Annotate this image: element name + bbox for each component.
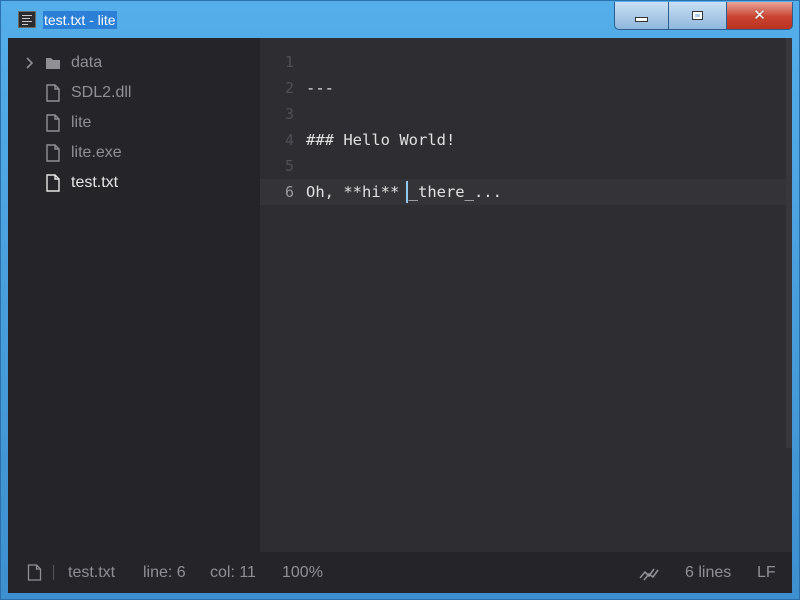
file-icon (27, 564, 42, 581)
app-client-area: data SDL2.dll lite lite.exe test.txt 1 2… (8, 38, 792, 593)
app-icon[interactable] (18, 11, 36, 28)
line-text[interactable]: ### Hello World! (306, 127, 455, 153)
file-icon (46, 174, 60, 192)
window-title: test.txt - lite (43, 11, 117, 29)
line-number: 1 (284, 53, 294, 71)
file-icon (46, 84, 60, 102)
editor-scrollbar[interactable] (786, 38, 792, 448)
app-window: test.txt - lite ✕ data SDL2.dll lite lit… (0, 0, 800, 600)
status-zoom: 100% (282, 564, 323, 581)
editor-line[interactable]: 1 (260, 49, 792, 75)
line-number: 6 (284, 183, 294, 201)
editor-line-current[interactable]: 6 Oh, **hi** _there_... (260, 179, 792, 205)
tree-item-label: test.txt (71, 174, 119, 191)
line-number: 3 (284, 105, 294, 123)
line-graph-icon (639, 568, 659, 581)
line-number: 4 (284, 131, 294, 149)
status-bar: test.txt line: 6 col: 11 100% 6 lines LF (8, 552, 792, 593)
tree-item-label: SDL2.dll (71, 84, 132, 101)
line-text[interactable]: --- (306, 75, 334, 101)
tree-item-test-txt[interactable]: test.txt (8, 170, 260, 196)
line-number: 2 (284, 79, 294, 97)
line-text[interactable]: Oh, **hi** _there_... (306, 179, 502, 205)
editor-line[interactable]: 5 (260, 153, 792, 179)
maximize-button[interactable] (669, 2, 727, 30)
chevron-right-icon (26, 57, 34, 69)
editor-line[interactable]: 2 --- (260, 75, 792, 101)
tree-item-lite-exe[interactable]: lite.exe (8, 140, 260, 166)
maximize-icon (692, 11, 703, 20)
close-icon: ✕ (753, 6, 766, 24)
tree-item-label: data (71, 54, 103, 71)
tree-item-label: lite.exe (71, 144, 122, 161)
status-line-ending: LF (757, 564, 776, 581)
text-caret (406, 181, 408, 203)
status-line: line: 6 (143, 564, 186, 581)
minimize-button[interactable] (614, 2, 669, 30)
file-icon (46, 144, 60, 162)
window-controls: ✕ (614, 2, 793, 31)
tree-item-sdl2-dll[interactable]: SDL2.dll (8, 80, 260, 106)
line-number: 5 (284, 157, 294, 175)
close-button[interactable]: ✕ (727, 2, 793, 30)
tree-item-lite[interactable]: lite (8, 110, 260, 136)
folder-icon (46, 58, 60, 69)
editor-line[interactable]: 4 ### Hello World! (260, 127, 792, 153)
status-separator (53, 565, 54, 580)
text-editor[interactable]: 1 2 --- 3 4 ### Hello World! 5 6 Oh, **h… (260, 38, 792, 552)
tree-item-label: lite (71, 114, 92, 131)
file-icon (46, 114, 60, 132)
tree-item-data[interactable]: data (8, 50, 260, 76)
file-tree: data SDL2.dll lite lite.exe test.txt (8, 38, 260, 552)
minimize-icon (635, 17, 648, 22)
status-line-count: 6 lines (685, 564, 732, 581)
status-col: col: 11 (210, 564, 256, 581)
status-file-name: test.txt (68, 564, 116, 581)
editor-line[interactable]: 3 (260, 101, 792, 127)
title-bar[interactable]: test.txt - lite ✕ (1, 1, 799, 38)
